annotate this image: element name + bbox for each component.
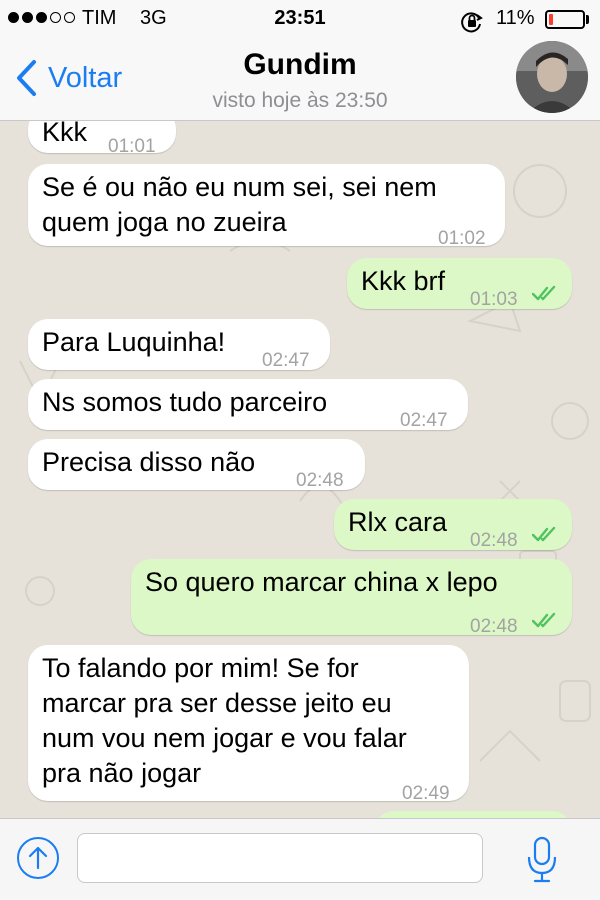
message-line: So quero marcar china x lepo — [145, 567, 498, 597]
contact-name[interactable]: Gundim — [0, 48, 600, 82]
incoming-message-bubble[interactable]: Kkk 01:01 — [28, 121, 176, 157]
message-timestamp: 02:47 — [400, 410, 448, 431]
battery-icon — [545, 10, 585, 29]
message-input[interactable] — [77, 833, 483, 883]
message-timestamp: 02:47 — [262, 350, 310, 371]
incoming-message-bubble[interactable]: To falando por mim! Se for marcar pra ser… — [28, 645, 469, 804]
message-timestamp: 02:48 — [470, 530, 518, 551]
incoming-message-bubble[interactable]: Para Luquinha! 02:47 — [28, 319, 330, 371]
chat-screen: TIM 3G 23:51 11% Voltar Gundim visto hoj… — [0, 0, 600, 900]
message-line: pra não jogar — [42, 758, 202, 788]
incoming-message-bubble[interactable]: Precisa disso não 02:48 — [28, 439, 365, 491]
double-check-icon — [532, 526, 556, 542]
message-line: quem joga no zueira — [42, 207, 287, 237]
message-text: Rlx cara — [348, 505, 558, 540]
input-bar — [0, 818, 600, 900]
message-line: Ns somos tudo parceiro — [42, 387, 328, 417]
outgoing-message-bubble[interactable]: Kkk brf 01:03 — [347, 258, 572, 310]
message-list[interactable]: Kkk 01:01 Se é ou não eu num sei, sei nem q… — [0, 121, 600, 818]
message-text: So quero marcar china x lepo — [145, 565, 558, 600]
message-timestamp: 02:49 — [402, 783, 450, 804]
microphone-icon — [527, 836, 557, 883]
message-line: To falando por mim! Se for — [42, 653, 359, 683]
message-line: Rlx cara — [348, 507, 448, 537]
message-timestamp: 01:02 — [438, 228, 486, 249]
attach-button[interactable] — [16, 836, 60, 880]
message-timestamp: 01:03 — [470, 289, 518, 310]
message-line: Se é ou não eu num sei, sei nem — [42, 172, 437, 202]
status-bar: TIM 3G 23:51 11% — [0, 0, 600, 38]
upload-arrow-icon — [17, 837, 59, 879]
message-timestamp: 01:01 — [108, 136, 156, 157]
message-text: To falando por mim! Se for marcar pra ser… — [42, 651, 455, 791]
outgoing-message-bubble[interactable]: So quero marcar china x lepo 02:48 — [131, 559, 572, 637]
message-text: Se é ou não eu num sei, sei nem quem joga… — [42, 170, 491, 240]
outgoing-message-bubble[interactable]: Rlx cara 02:48 — [334, 499, 572, 551]
messages-container: Kkk 01:01 Se é ou não eu num sei, sei nem q… — [0, 121, 600, 818]
double-check-icon — [532, 285, 556, 301]
avatar[interactable] — [516, 41, 588, 113]
orientation-lock-icon — [460, 9, 484, 39]
contact-last-seen: visto hoje às 23:50 — [212, 89, 388, 112]
outgoing-message-bubble[interactable] — [374, 811, 572, 818]
battery-percentage: 11% — [496, 7, 535, 29]
double-check-icon — [532, 612, 556, 628]
navigation-bar: Voltar Gundim visto hoje às 23:50 — [0, 38, 600, 121]
message-timestamp: 02:48 — [296, 470, 344, 491]
message-text: Ns somos tudo parceiro — [42, 385, 454, 420]
message-line: num vou nem jogar e vou falar — [42, 723, 407, 753]
message-timestamp: 02:48 — [470, 616, 518, 637]
message-line: Kkk brf — [361, 266, 446, 296]
incoming-message-bubble[interactable]: Se é ou não eu num sei, sei nem quem joga… — [28, 164, 505, 249]
incoming-message-bubble[interactable]: Ns somos tudo parceiro 02:47 — [28, 379, 468, 431]
battery-level — [549, 14, 553, 25]
microphone-button[interactable] — [526, 835, 558, 883]
battery-tip — [586, 15, 589, 24]
message-line: marcar pra ser desse jeito eu — [42, 688, 392, 718]
message-text: Kkk brf — [361, 264, 558, 299]
